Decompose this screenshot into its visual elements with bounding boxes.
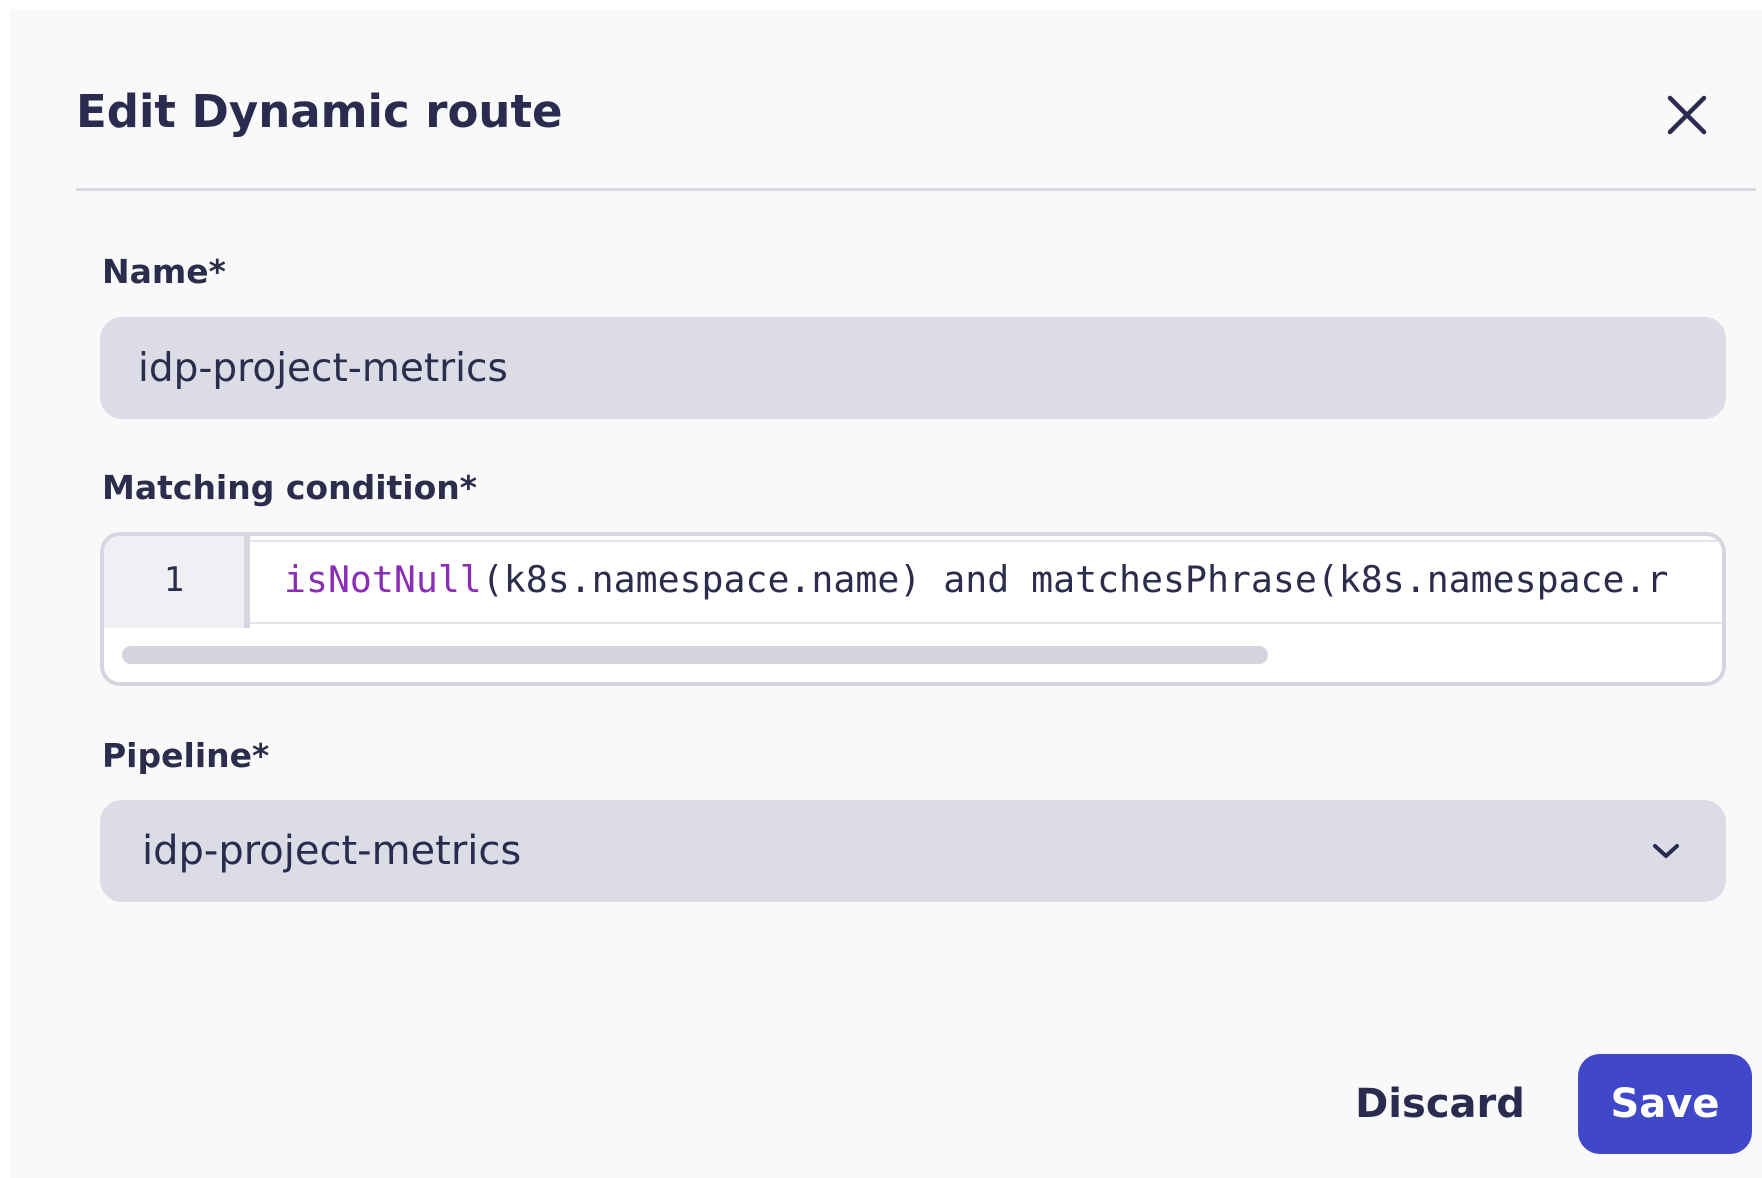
- name-input-value: idp-project-metrics: [138, 345, 508, 391]
- close-button[interactable]: [1654, 82, 1720, 148]
- matching-condition-label: Matching condition*: [102, 468, 478, 507]
- pipeline-select-value: idp-project-metrics: [142, 828, 522, 874]
- matching-condition-editor[interactable]: 1 isNotNull(k8s.namespace.name) and matc…: [100, 532, 1726, 686]
- save-button[interactable]: Save: [1578, 1054, 1752, 1154]
- pipeline-label: Pipeline*: [102, 736, 270, 775]
- close-icon: [1667, 95, 1707, 135]
- dialog-title: Edit Dynamic route: [76, 85, 563, 138]
- dialog-header: Edit Dynamic route: [76, 72, 1756, 191]
- discard-button[interactable]: Discard: [1350, 1056, 1530, 1152]
- pipeline-select[interactable]: idp-project-metrics: [100, 800, 1726, 902]
- name-label: Name*: [102, 252, 226, 291]
- edit-dynamic-route-dialog: Edit Dynamic route Name* idp-project-met…: [10, 10, 1762, 1178]
- code-line[interactable]: isNotNull(k8s.namespace.name) and matche…: [250, 540, 1722, 624]
- name-input[interactable]: idp-project-metrics: [100, 317, 1726, 419]
- code-text: isNotNull(k8s.namespace.name) and matche…: [284, 558, 1668, 601]
- editor-gutter: 1: [104, 536, 250, 628]
- line-number: 1: [163, 560, 185, 600]
- horizontal-scrollbar[interactable]: [122, 646, 1268, 664]
- chevron-down-icon: [1646, 831, 1686, 871]
- code-function-token: isNotNull: [284, 558, 482, 601]
- code-rest-token: (k8s.namespace.name) and matchesPhrase(k…: [481, 558, 1669, 601]
